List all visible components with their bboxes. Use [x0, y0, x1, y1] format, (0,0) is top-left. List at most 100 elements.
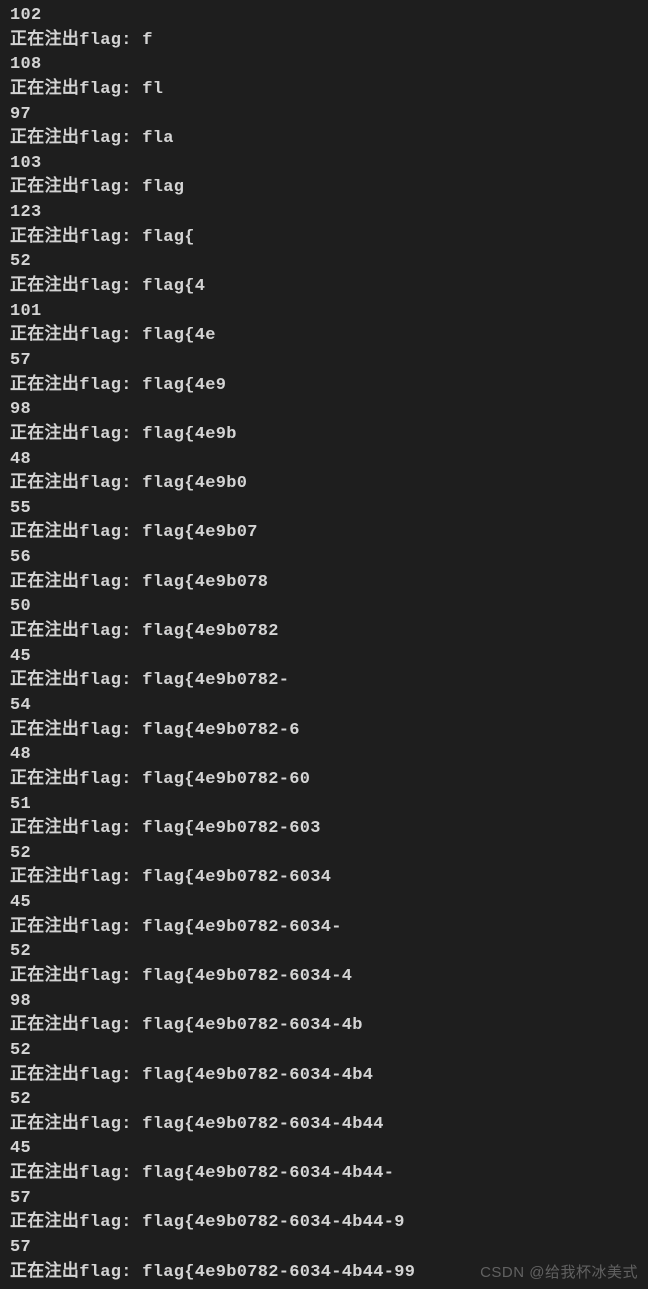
flag-label: 正在注出flag:	[10, 1115, 142, 1134]
char-code-line: 45	[10, 1137, 638, 1162]
flag-value: flag{4e9b0782-6034-4b44	[142, 1115, 384, 1134]
flag-progress-line: 正在注出flag: flag{4e9b0782	[10, 620, 638, 645]
flag-label: 正在注出flag:	[10, 1164, 142, 1183]
char-code-line: 98	[10, 398, 638, 423]
flag-progress-line: 正在注出flag: flag{4e9b0782-6	[10, 719, 638, 744]
flag-label: 正在注出flag:	[10, 1016, 142, 1035]
flag-label: 正在注出flag:	[10, 523, 142, 542]
flag-progress-line: 正在注出flag: flag{	[10, 226, 638, 251]
flag-value: flag{4e9b0782-6034-	[142, 918, 342, 937]
flag-value: flag{4e9b0782-6	[142, 721, 300, 740]
flag-value: flag{4e9b0782-6034-4	[142, 967, 352, 986]
flag-value: flag{4e9	[142, 376, 226, 395]
char-code-line: 101	[10, 300, 638, 325]
flag-label: 正在注出flag:	[10, 178, 142, 197]
flag-label: 正在注出flag:	[10, 1263, 142, 1282]
char-code-line: 54	[10, 694, 638, 719]
flag-progress-line: 正在注出flag: flag{4e9b07	[10, 521, 638, 546]
char-code-line: 56	[10, 546, 638, 571]
flag-label: 正在注出flag:	[10, 967, 142, 986]
char-code-line: 123	[10, 201, 638, 226]
flag-label: 正在注出flag:	[10, 326, 142, 345]
flag-progress-line: 正在注出flag: flag{4e9b078	[10, 571, 638, 596]
flag-label: 正在注出flag:	[10, 721, 142, 740]
flag-label: 正在注出flag:	[10, 671, 142, 690]
flag-value: flag	[142, 178, 184, 197]
flag-progress-line: 正在注出flag: flag{4e9b0782-6034-	[10, 916, 638, 941]
char-code-line: 97	[10, 103, 638, 128]
char-code-line: 51	[10, 793, 638, 818]
char-code-line: 55	[10, 497, 638, 522]
flag-value: fla	[142, 129, 174, 148]
flag-progress-line: 正在注出flag: flag{4e9b0782-603	[10, 817, 638, 842]
flag-progress-line: 正在注出flag: flag{4e9b0782-6034-4b4	[10, 1064, 638, 1089]
flag-label: 正在注出flag:	[10, 80, 142, 99]
char-code-line: 102	[10, 4, 638, 29]
flag-value: flag{4e9b0782-	[142, 671, 289, 690]
flag-progress-line: 正在注出flag: flag{4	[10, 275, 638, 300]
flag-value: fl	[142, 80, 163, 99]
char-code-line: 103	[10, 152, 638, 177]
flag-label: 正在注出flag:	[10, 622, 142, 641]
flag-progress-line: 正在注出flag: flag{4e9	[10, 374, 638, 399]
char-code-line: 45	[10, 645, 638, 670]
flag-value: flag{4e9b0782-6034-4b44-	[142, 1164, 394, 1183]
flag-label: 正在注出flag:	[10, 474, 142, 493]
flag-progress-line: 正在注出flag: flag{4e9b0782-60	[10, 768, 638, 793]
char-code-line: 48	[10, 743, 638, 768]
flag-value: flag{4e9b0782-6034-4b44-99	[142, 1263, 415, 1282]
flag-value: flag{4e9b0782-6034-4b4	[142, 1066, 373, 1085]
flag-value: flag{4	[142, 277, 205, 296]
flag-progress-line: 正在注出flag: flag{4e9b0782-6034-4b	[10, 1014, 638, 1039]
char-code-line: 98	[10, 990, 638, 1015]
flag-label: 正在注出flag:	[10, 228, 142, 247]
flag-label: 正在注出flag:	[10, 573, 142, 592]
flag-progress-line: 正在注出flag: f	[10, 29, 638, 54]
flag-value: flag{4e9b0	[142, 474, 247, 493]
char-code-line: 52	[10, 842, 638, 867]
terminal-output: 102正在注出flag: f108正在注出flag: fl97正在注出flag:…	[10, 4, 638, 1285]
flag-value: flag{4e9b	[142, 425, 237, 444]
char-code-line: 48	[10, 448, 638, 473]
flag-value: flag{4e9b0782-603	[142, 819, 321, 838]
flag-label: 正在注出flag:	[10, 1066, 142, 1085]
char-code-line: 57	[10, 1236, 638, 1261]
flag-label: 正在注出flag:	[10, 425, 142, 444]
char-code-line: 52	[10, 1088, 638, 1113]
flag-progress-line: 正在注出flag: flag{4e9b	[10, 423, 638, 448]
char-code-line: 52	[10, 250, 638, 275]
char-code-line: 57	[10, 349, 638, 374]
flag-label: 正在注出flag:	[10, 770, 142, 789]
flag-value: flag{4e9b078	[142, 573, 268, 592]
flag-value: flag{	[142, 228, 195, 247]
flag-progress-line: 正在注出flag: flag{4e9b0	[10, 472, 638, 497]
flag-label: 正在注出flag:	[10, 277, 142, 296]
char-code-line: 45	[10, 891, 638, 916]
flag-label: 正在注出flag:	[10, 819, 142, 838]
flag-label: 正在注出flag:	[10, 868, 142, 887]
flag-value: flag{4e9b0782	[142, 622, 279, 641]
flag-progress-line: 正在注出flag: flag{4e9b0782-	[10, 669, 638, 694]
flag-value: flag{4e9b0782-6034-4b44-9	[142, 1213, 405, 1232]
watermark: CSDN @给我杯冰美式	[480, 1262, 638, 1284]
char-code-line: 52	[10, 1039, 638, 1064]
flag-progress-line: 正在注出flag: flag{4e9b0782-6034-4b44-9	[10, 1211, 638, 1236]
flag-progress-line: 正在注出flag: fla	[10, 127, 638, 152]
flag-progress-line: 正在注出flag: flag{4e9b0782-6034-4	[10, 965, 638, 990]
flag-label: 正在注出flag:	[10, 31, 142, 50]
flag-label: 正在注出flag:	[10, 918, 142, 937]
flag-value: flag{4e9b0782-60	[142, 770, 310, 789]
flag-value: flag{4e9b0782-6034-4b	[142, 1016, 363, 1035]
char-code-line: 50	[10, 595, 638, 620]
flag-label: 正在注出flag:	[10, 1213, 142, 1232]
flag-label: 正在注出flag:	[10, 376, 142, 395]
flag-progress-line: 正在注出flag: flag{4e9b0782-6034	[10, 866, 638, 891]
flag-value: f	[142, 31, 153, 50]
char-code-line: 108	[10, 53, 638, 78]
flag-progress-line: 正在注出flag: flag{4e	[10, 324, 638, 349]
flag-progress-line: 正在注出flag: fl	[10, 78, 638, 103]
flag-value: flag{4e9b07	[142, 523, 258, 542]
flag-progress-line: 正在注出flag: flag{4e9b0782-6034-4b44	[10, 1113, 638, 1138]
char-code-line: 57	[10, 1187, 638, 1212]
flag-value: flag{4e9b0782-6034	[142, 868, 331, 887]
